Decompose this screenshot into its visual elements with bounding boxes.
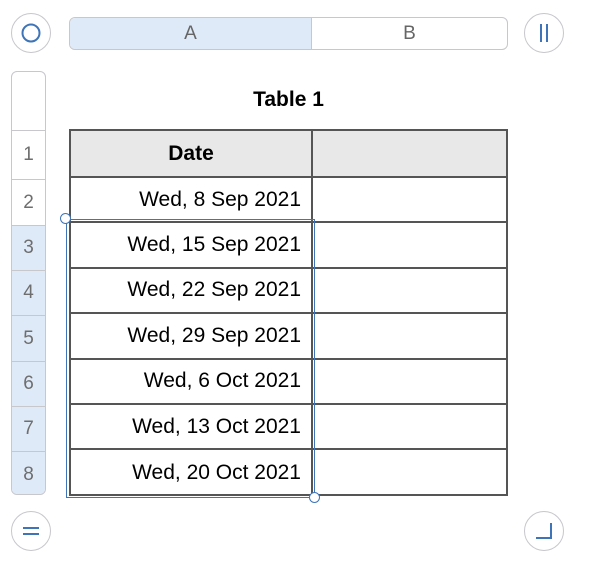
- row-header-5[interactable]: 5: [12, 316, 45, 362]
- row-header-7[interactable]: 7: [12, 407, 45, 452]
- header-cell-b[interactable]: [313, 131, 506, 176]
- equals-icon: [23, 527, 39, 535]
- table-row: Wed, 8 Sep 2021: [71, 178, 506, 224]
- column-header-bar: A B: [69, 17, 508, 50]
- row-header-6[interactable]: 6: [12, 362, 45, 407]
- date-cell[interactable]: Wed, 6 Oct 2021: [71, 359, 313, 403]
- header-cell-date[interactable]: Date: [71, 131, 313, 176]
- table-header-row: Date: [71, 131, 506, 178]
- table-title[interactable]: Table 1: [69, 88, 508, 112]
- empty-cell[interactable]: [313, 450, 506, 494]
- select-table-button[interactable]: [11, 13, 51, 53]
- circle-icon: [21, 23, 41, 43]
- table-row: Wed, 22 Sep 2021: [71, 268, 506, 315]
- row-header-3[interactable]: 3: [12, 226, 45, 271]
- table-row: Wed, 20 Oct 2021: [71, 450, 506, 494]
- table-grid: Date Wed, 8 Sep 2021 Wed, 15 Sep 2021 We…: [69, 129, 508, 496]
- add-column-button[interactable]: [524, 13, 564, 53]
- date-cell[interactable]: Wed, 29 Sep 2021: [71, 314, 313, 358]
- table-row: Wed, 29 Sep 2021: [71, 314, 506, 360]
- table-row: Wed, 6 Oct 2021: [71, 359, 506, 405]
- corner-icon: [536, 523, 552, 539]
- row-header-8[interactable]: 8: [12, 452, 45, 494]
- column-header-b[interactable]: B: [312, 18, 507, 49]
- empty-cell[interactable]: [313, 405, 506, 448]
- empty-cell[interactable]: [313, 360, 506, 403]
- selection-handle-bottom-right[interactable]: [309, 492, 320, 503]
- date-cell[interactable]: Wed, 22 Sep 2021: [71, 268, 313, 313]
- table-row: Wed, 15 Sep 2021: [71, 223, 506, 269]
- empty-cell[interactable]: [313, 223, 506, 266]
- row-header-2[interactable]: 2: [12, 180, 45, 226]
- row-header-spacer: [12, 72, 45, 131]
- row-header-4[interactable]: 4: [12, 271, 45, 316]
- empty-cell[interactable]: [313, 314, 506, 357]
- date-cell[interactable]: Wed, 8 Sep 2021: [71, 178, 313, 222]
- table-row: Wed, 13 Oct 2021: [71, 404, 506, 451]
- add-row-button[interactable]: [11, 511, 51, 551]
- empty-cell[interactable]: [313, 178, 506, 221]
- empty-cell[interactable]: [313, 269, 506, 312]
- resize-table-button[interactable]: [524, 511, 564, 551]
- pause-bars-icon: [540, 24, 548, 42]
- date-cell[interactable]: Wed, 20 Oct 2021: [71, 450, 313, 494]
- date-cell[interactable]: Wed, 15 Sep 2021: [71, 223, 313, 267]
- selection-handle-top-left[interactable]: [60, 213, 71, 224]
- date-cell[interactable]: Wed, 13 Oct 2021: [71, 404, 313, 449]
- row-header-1[interactable]: 1: [12, 131, 45, 180]
- column-header-a[interactable]: A: [70, 18, 312, 49]
- row-header-bar: 1 2 3 4 5 6 7 8: [11, 71, 46, 495]
